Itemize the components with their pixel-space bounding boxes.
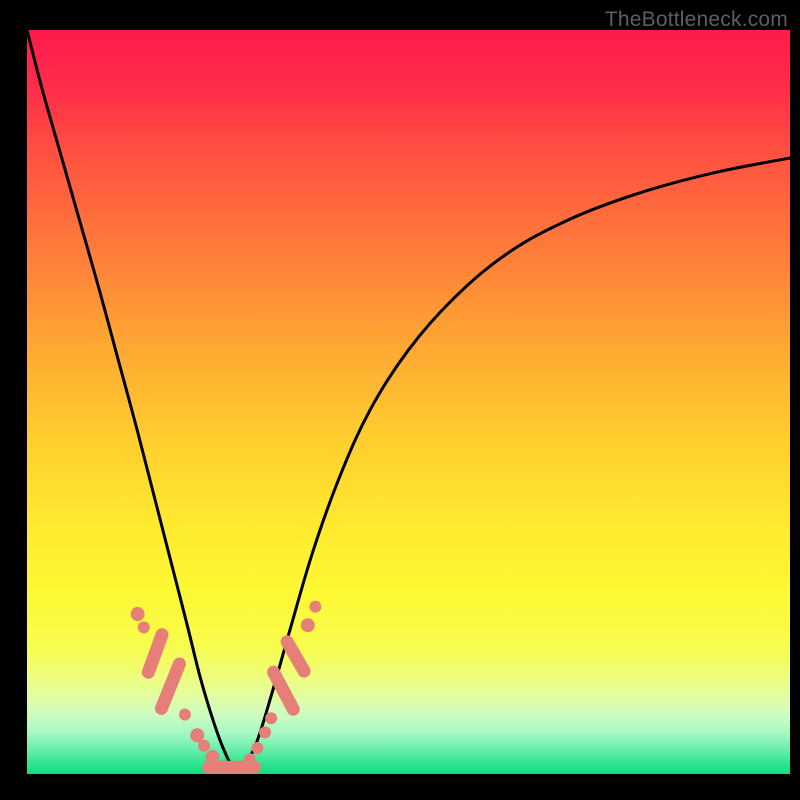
marker-dot xyxy=(259,726,271,738)
curve-layer xyxy=(27,30,790,774)
marker-pill xyxy=(287,642,304,671)
marker-dot xyxy=(251,742,263,754)
marker-dot xyxy=(244,753,256,765)
marker-dot xyxy=(138,621,150,633)
chart-frame: TheBottleneck.com xyxy=(0,0,800,800)
marker-pill xyxy=(274,672,294,709)
marker-dot xyxy=(265,712,277,724)
marker-dot xyxy=(198,740,210,752)
marker-pill xyxy=(148,635,162,673)
watermark-label: TheBottleneck.com xyxy=(605,8,788,32)
marker-pill xyxy=(161,664,179,709)
bottleneck-curve xyxy=(27,30,790,769)
plot-outer xyxy=(0,0,800,800)
marker-dot xyxy=(309,601,321,613)
plot-area xyxy=(27,30,790,774)
marker-dot xyxy=(131,607,145,621)
marker-dot xyxy=(179,708,191,720)
marker-dot xyxy=(301,618,315,632)
